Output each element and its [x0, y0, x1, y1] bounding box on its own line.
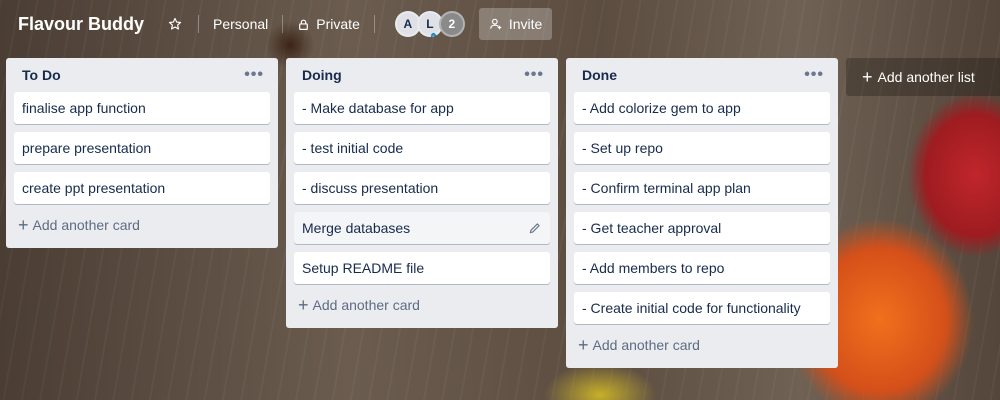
card-title: - Confirm terminal app plan [582, 180, 751, 196]
card-title: Merge databases [302, 220, 411, 236]
plus-icon: + [298, 295, 309, 315]
add-card-button[interactable]: + Add another card [294, 290, 550, 320]
card-title: - Add members to repo [582, 260, 725, 276]
team-label: Personal [213, 16, 269, 32]
star-icon [168, 17, 182, 30]
card-title: finalise app function [22, 100, 146, 116]
plus-icon: + [18, 215, 29, 235]
add-card-label: Add another card [592, 337, 700, 353]
card-title: - discuss presentation [302, 180, 439, 196]
header-divider [282, 15, 284, 33]
card-title: - Add colorize gem to app [582, 100, 741, 116]
member-count: 2 [448, 17, 456, 31]
lock-icon [299, 19, 309, 30]
card[interactable]: - Add colorize gem to app [574, 92, 830, 124]
list-to-do: To Do ••• finalise app function prepare … [6, 58, 278, 248]
list-doing: Doing ••• - Make database for app - test… [286, 58, 558, 328]
card[interactable]: - test initial code [294, 132, 550, 164]
team-button[interactable]: Personal [205, 11, 276, 37]
card-title: Setup README file [302, 260, 425, 276]
card-title: - Create initial code for functionality [582, 300, 801, 316]
list-menu-icon[interactable]: ••• [244, 66, 264, 84]
list-menu-icon[interactable]: ••• [804, 66, 824, 84]
list-done: Done ••• - Add colorize gem to app - Set… [566, 58, 838, 368]
card[interactable]: finalise app function [14, 92, 270, 124]
list-title[interactable]: To Do [22, 67, 61, 83]
card-title: prepare presentation [22, 140, 152, 156]
list-header: Done ••• [574, 58, 830, 92]
card-title: - Get teacher approval [582, 220, 722, 236]
board-header: Flavour Buddy Personal Private A L 2 Inv… [0, 0, 1000, 48]
header-divider [373, 15, 375, 33]
card[interactable]: prepare presentation [14, 132, 270, 164]
member-avatars: A L 2 [394, 11, 465, 38]
add-list-button[interactable]: + Add another list [846, 58, 1000, 96]
add-card-button[interactable]: + Add another card [574, 330, 830, 360]
card-title: - test initial code [302, 140, 404, 156]
visibility-button[interactable]: Private [289, 11, 368, 37]
avatar-initial: L [426, 17, 434, 31]
list-header: Doing ••• [294, 58, 550, 92]
add-user-icon [490, 18, 502, 30]
plus-icon: + [862, 67, 873, 87]
list-menu-icon[interactable]: ••• [524, 66, 544, 84]
avatar-initial: A [403, 17, 413, 31]
card-title: create ppt presentation [22, 180, 166, 196]
add-card-label: Add another card [32, 217, 140, 233]
visibility-label: Private [316, 16, 360, 32]
card[interactable]: - Set up repo [574, 132, 830, 164]
card[interactable]: Setup README file [294, 252, 550, 284]
card[interactable]: - Get teacher approval [574, 212, 830, 244]
add-card-button[interactable]: + Add another card [14, 210, 270, 240]
card[interactable]: - Add members to repo [574, 252, 830, 284]
star-button[interactable] [162, 12, 188, 36]
invite-button[interactable]: Invite [478, 8, 553, 40]
header-divider [198, 15, 200, 33]
pencil-icon[interactable] [528, 221, 542, 235]
card[interactable]: create ppt presentation [14, 172, 270, 204]
card[interactable]: Merge databases [294, 212, 550, 244]
add-list-label: Add another list [877, 69, 975, 85]
list-title[interactable]: Done [582, 67, 617, 83]
card-title: - Make database for app [302, 100, 454, 116]
board-title[interactable]: Flavour Buddy [18, 14, 144, 35]
add-card-label: Add another card [312, 297, 420, 313]
member-count-badge[interactable]: 2 [438, 11, 465, 37]
card[interactable]: - Make database for app [294, 92, 550, 124]
list-header: To Do ••• [14, 58, 270, 92]
card[interactable]: - discuss presentation [294, 172, 550, 204]
card-title: - Set up repo [582, 140, 663, 156]
list-title[interactable]: Doing [302, 67, 342, 83]
card[interactable]: - Confirm terminal app plan [574, 172, 830, 204]
plus-icon: + [578, 335, 589, 355]
card[interactable]: - Create initial code for functionality [574, 292, 830, 324]
invite-label: Invite [508, 16, 543, 32]
admin-chevron-icon [430, 33, 437, 38]
